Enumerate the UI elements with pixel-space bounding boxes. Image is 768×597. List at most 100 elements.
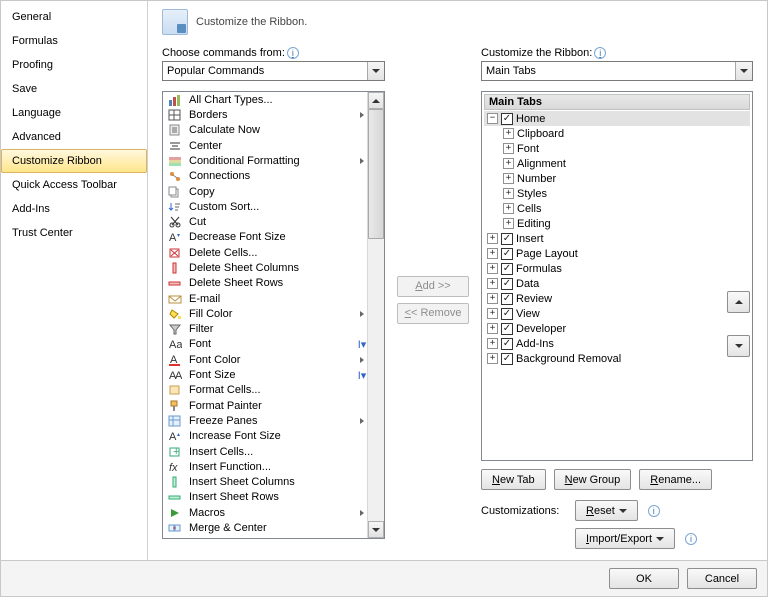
checkbox[interactable] (501, 233, 513, 245)
checkbox[interactable] (501, 278, 513, 290)
tree-node[interactable]: +Insert (484, 231, 750, 246)
tree-node[interactable]: +Page Layout (484, 246, 750, 261)
command-item[interactable]: Center (163, 138, 367, 153)
command-item[interactable]: Cut (163, 214, 367, 229)
info-icon[interactable]: i (594, 47, 606, 59)
checkbox[interactable] (501, 263, 513, 275)
rename-button[interactable]: Rename... (639, 469, 712, 490)
command-item[interactable]: Name Manager (163, 536, 367, 538)
command-item[interactable]: Connections (163, 169, 367, 184)
nav-item-advanced[interactable]: Advanced (1, 125, 147, 149)
command-item[interactable]: AaFontI▾ (163, 337, 367, 352)
cancel-button[interactable]: Cancel (687, 568, 757, 589)
scroll-up-button[interactable] (368, 92, 384, 109)
nav-item-save[interactable]: Save (1, 77, 147, 101)
tree-node[interactable]: +Background Removal (484, 351, 750, 366)
ribbon-tree[interactable]: Main Tabs −Home+Clipboard+Font+Alignment… (481, 91, 753, 461)
reset-button[interactable]: Reset (575, 500, 638, 521)
command-item[interactable]: Format Painter (163, 398, 367, 413)
customize-ribbon-combo[interactable]: Main Tabs (481, 61, 753, 81)
nav-item-formulas[interactable]: Formulas (1, 29, 147, 53)
expand-toggle[interactable]: + (487, 323, 498, 334)
combo-dropdown-button[interactable] (367, 62, 384, 80)
info-icon[interactable]: i (287, 47, 299, 59)
info-icon[interactable]: i (648, 505, 660, 517)
new-tab-button[interactable]: New Tab (481, 469, 546, 490)
combo-dropdown-button[interactable] (735, 62, 752, 80)
command-item[interactable]: fxInsert Function... (163, 459, 367, 474)
checkbox[interactable] (501, 248, 513, 260)
tree-node[interactable]: +Add-Ins (484, 336, 750, 351)
command-item[interactable]: Freeze Panes (163, 413, 367, 428)
expand-toggle[interactable]: + (503, 128, 514, 139)
move-up-button[interactable] (727, 291, 750, 313)
scroll-down-button[interactable] (368, 521, 384, 538)
command-item[interactable]: Insert Sheet Columns (163, 475, 367, 490)
expand-toggle[interactable]: + (487, 338, 498, 349)
expand-toggle[interactable]: + (503, 143, 514, 154)
nav-item-proofing[interactable]: Proofing (1, 53, 147, 77)
tree-node[interactable]: +View (484, 306, 750, 321)
nav-item-trust-center[interactable]: Trust Center (1, 221, 147, 245)
command-item[interactable]: +Insert Cells... (163, 444, 367, 459)
command-item[interactable]: Borders (163, 107, 367, 122)
command-item[interactable]: ADecrease Font Size (163, 230, 367, 245)
add-button[interactable]: Add >> (397, 276, 469, 297)
info-icon[interactable]: i (685, 533, 697, 545)
command-item[interactable]: Delete Cells... (163, 245, 367, 260)
nav-item-customize-ribbon[interactable]: Customize Ribbon (1, 149, 147, 173)
tree-node[interactable]: +Review (484, 291, 750, 306)
command-item[interactable]: AIncrease Font Size (163, 429, 367, 444)
command-item[interactable]: Conditional Formatting (163, 153, 367, 168)
command-item[interactable]: Format Cells... (163, 383, 367, 398)
command-item[interactable]: All Chart Types... (163, 92, 367, 107)
checkbox[interactable] (501, 338, 513, 350)
command-item[interactable]: Fill Color (163, 306, 367, 321)
checkbox[interactable] (501, 308, 513, 320)
tree-node[interactable]: +Clipboard (484, 126, 750, 141)
expand-toggle[interactable]: + (487, 308, 498, 319)
command-item[interactable]: E-mail (163, 291, 367, 306)
tree-node[interactable]: +Developer (484, 321, 750, 336)
expand-toggle[interactable]: + (487, 233, 498, 244)
tree-node[interactable]: +Styles (484, 186, 750, 201)
choose-commands-combo[interactable]: Popular Commands (162, 61, 385, 81)
expand-toggle[interactable]: + (487, 263, 498, 274)
checkbox[interactable] (501, 353, 513, 365)
expand-toggle[interactable]: + (487, 293, 498, 304)
checkbox[interactable] (501, 113, 513, 125)
command-item[interactable]: Delete Sheet Rows (163, 276, 367, 291)
tree-node[interactable]: +Alignment (484, 156, 750, 171)
ok-button[interactable]: OK (609, 568, 679, 589)
checkbox[interactable] (501, 323, 513, 335)
tree-node[interactable]: +Number (484, 171, 750, 186)
nav-item-quick-access-toolbar[interactable]: Quick Access Toolbar (1, 173, 147, 197)
tree-node[interactable]: +Editing (484, 216, 750, 231)
tree-node[interactable]: +Cells (484, 201, 750, 216)
scrollbar[interactable] (367, 92, 384, 538)
command-item[interactable]: Filter (163, 322, 367, 337)
command-item[interactable]: Insert Sheet Rows (163, 490, 367, 505)
move-down-button[interactable] (727, 335, 750, 357)
expand-toggle[interactable]: + (503, 173, 514, 184)
nav-item-general[interactable]: General (1, 5, 147, 29)
command-item[interactable]: Copy (163, 184, 367, 199)
tree-node[interactable]: +Data (484, 276, 750, 291)
checkbox[interactable] (501, 293, 513, 305)
command-item[interactable]: AFont Color (163, 352, 367, 367)
command-item[interactable]: Calculate Now (163, 123, 367, 138)
nav-item-add-ins[interactable]: Add-Ins (1, 197, 147, 221)
expand-toggle[interactable]: + (503, 188, 514, 199)
command-item[interactable]: Custom Sort... (163, 199, 367, 214)
nav-item-language[interactable]: Language (1, 101, 147, 125)
new-group-button[interactable]: New Group (554, 469, 632, 490)
expand-toggle[interactable]: + (487, 353, 498, 364)
tree-node[interactable]: +Formulas (484, 261, 750, 276)
command-item[interactable]: AAFont SizeI▾ (163, 367, 367, 382)
commands-listbox[interactable]: All Chart Types...BordersCalculate NowCe… (162, 91, 385, 539)
expand-toggle[interactable]: + (503, 218, 514, 229)
tree-node[interactable]: +Font (484, 141, 750, 156)
tree-node[interactable]: −Home (484, 111, 750, 126)
remove-button[interactable]: << Remove (397, 303, 469, 324)
command-item[interactable]: Macros (163, 505, 367, 520)
